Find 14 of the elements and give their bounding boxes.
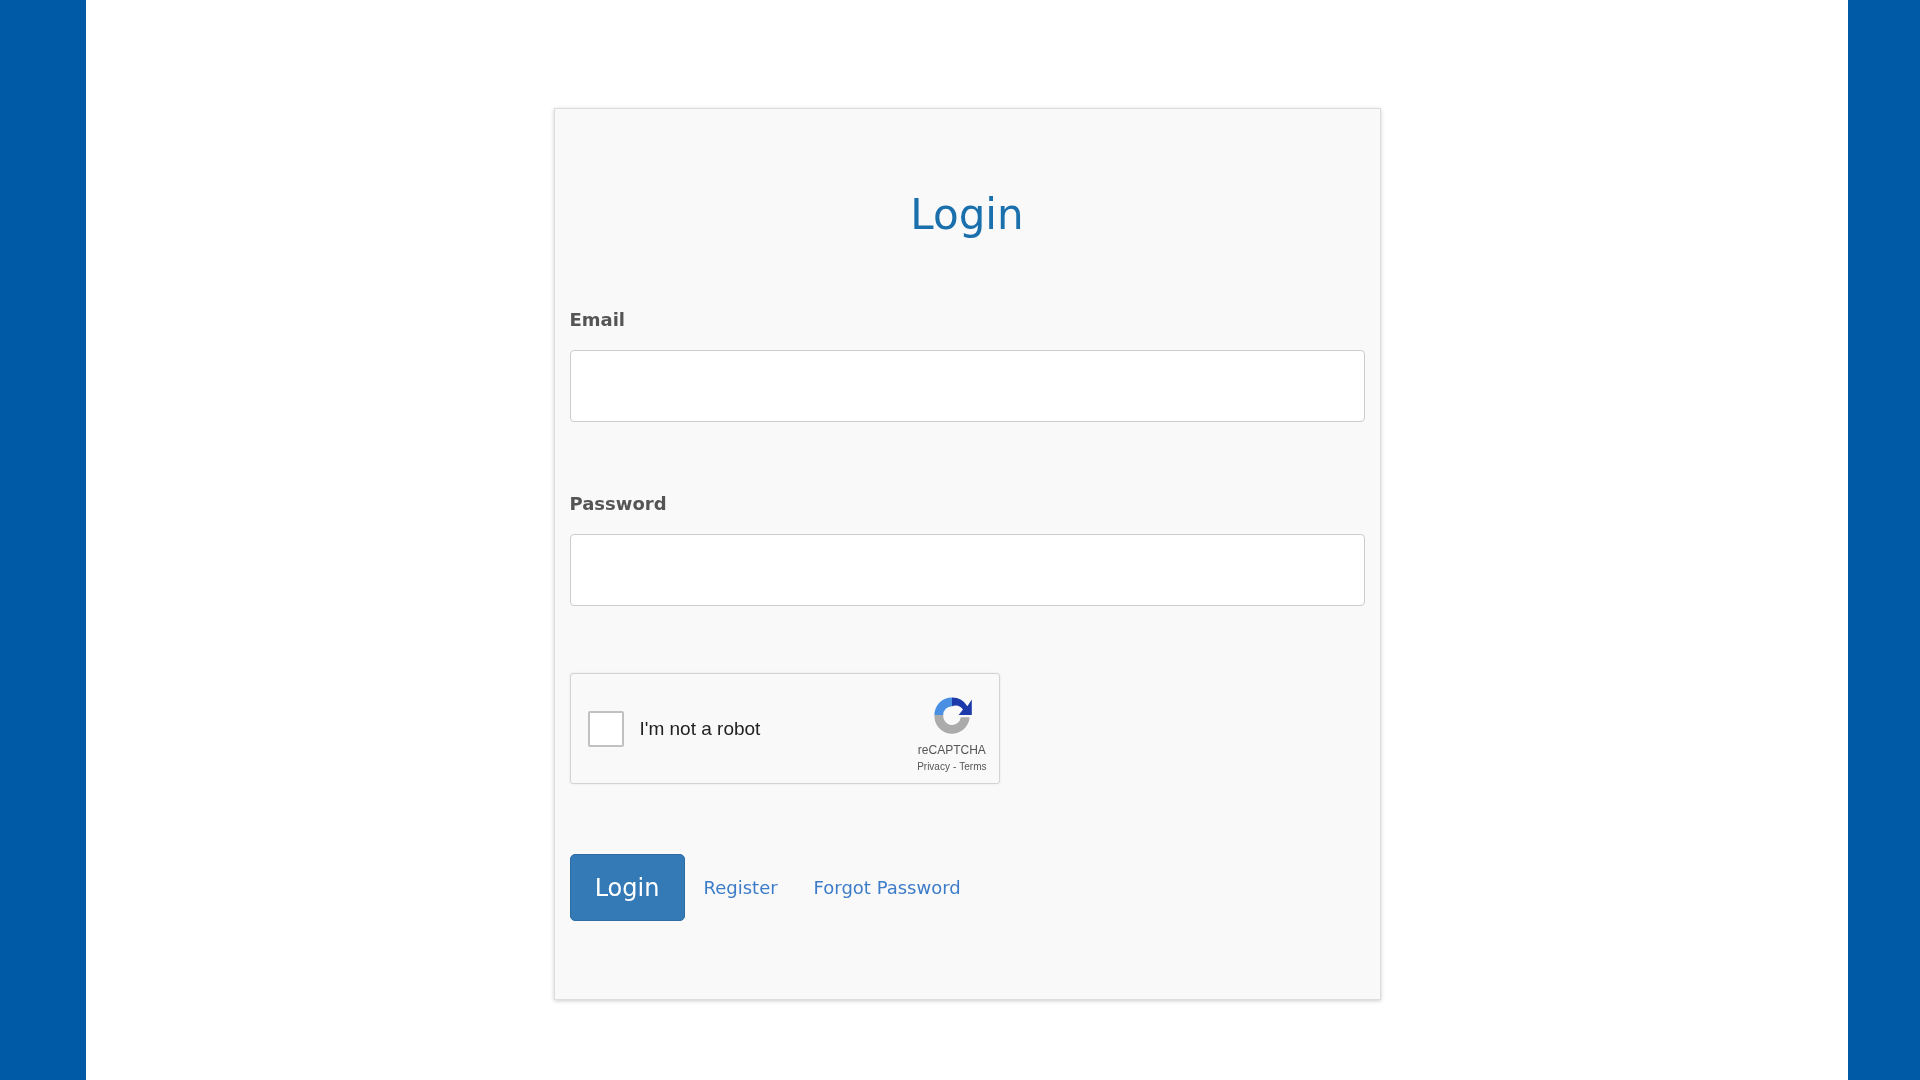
page-title: Login [910,189,1024,241]
field-label: Email [569,309,626,331]
brand-name: reCAPTCHA [917,743,986,757]
text-link[interactable]: Forgot Password [813,877,961,898]
captcha-link[interactable]: Terms [959,761,987,772]
field-label: Password [569,493,667,515]
text-link[interactable]: Register [703,877,778,898]
captcha-link[interactable]: Privacy [917,761,950,772]
input-field[interactable] [569,350,1365,422]
captcha-label: I'm not a robot [639,717,761,740]
login-button[interactable]: Login [569,854,685,921]
captcha-checkbox[interactable] [587,710,624,747]
link-separator: - [952,761,957,772]
input-field[interactable] [569,534,1365,606]
